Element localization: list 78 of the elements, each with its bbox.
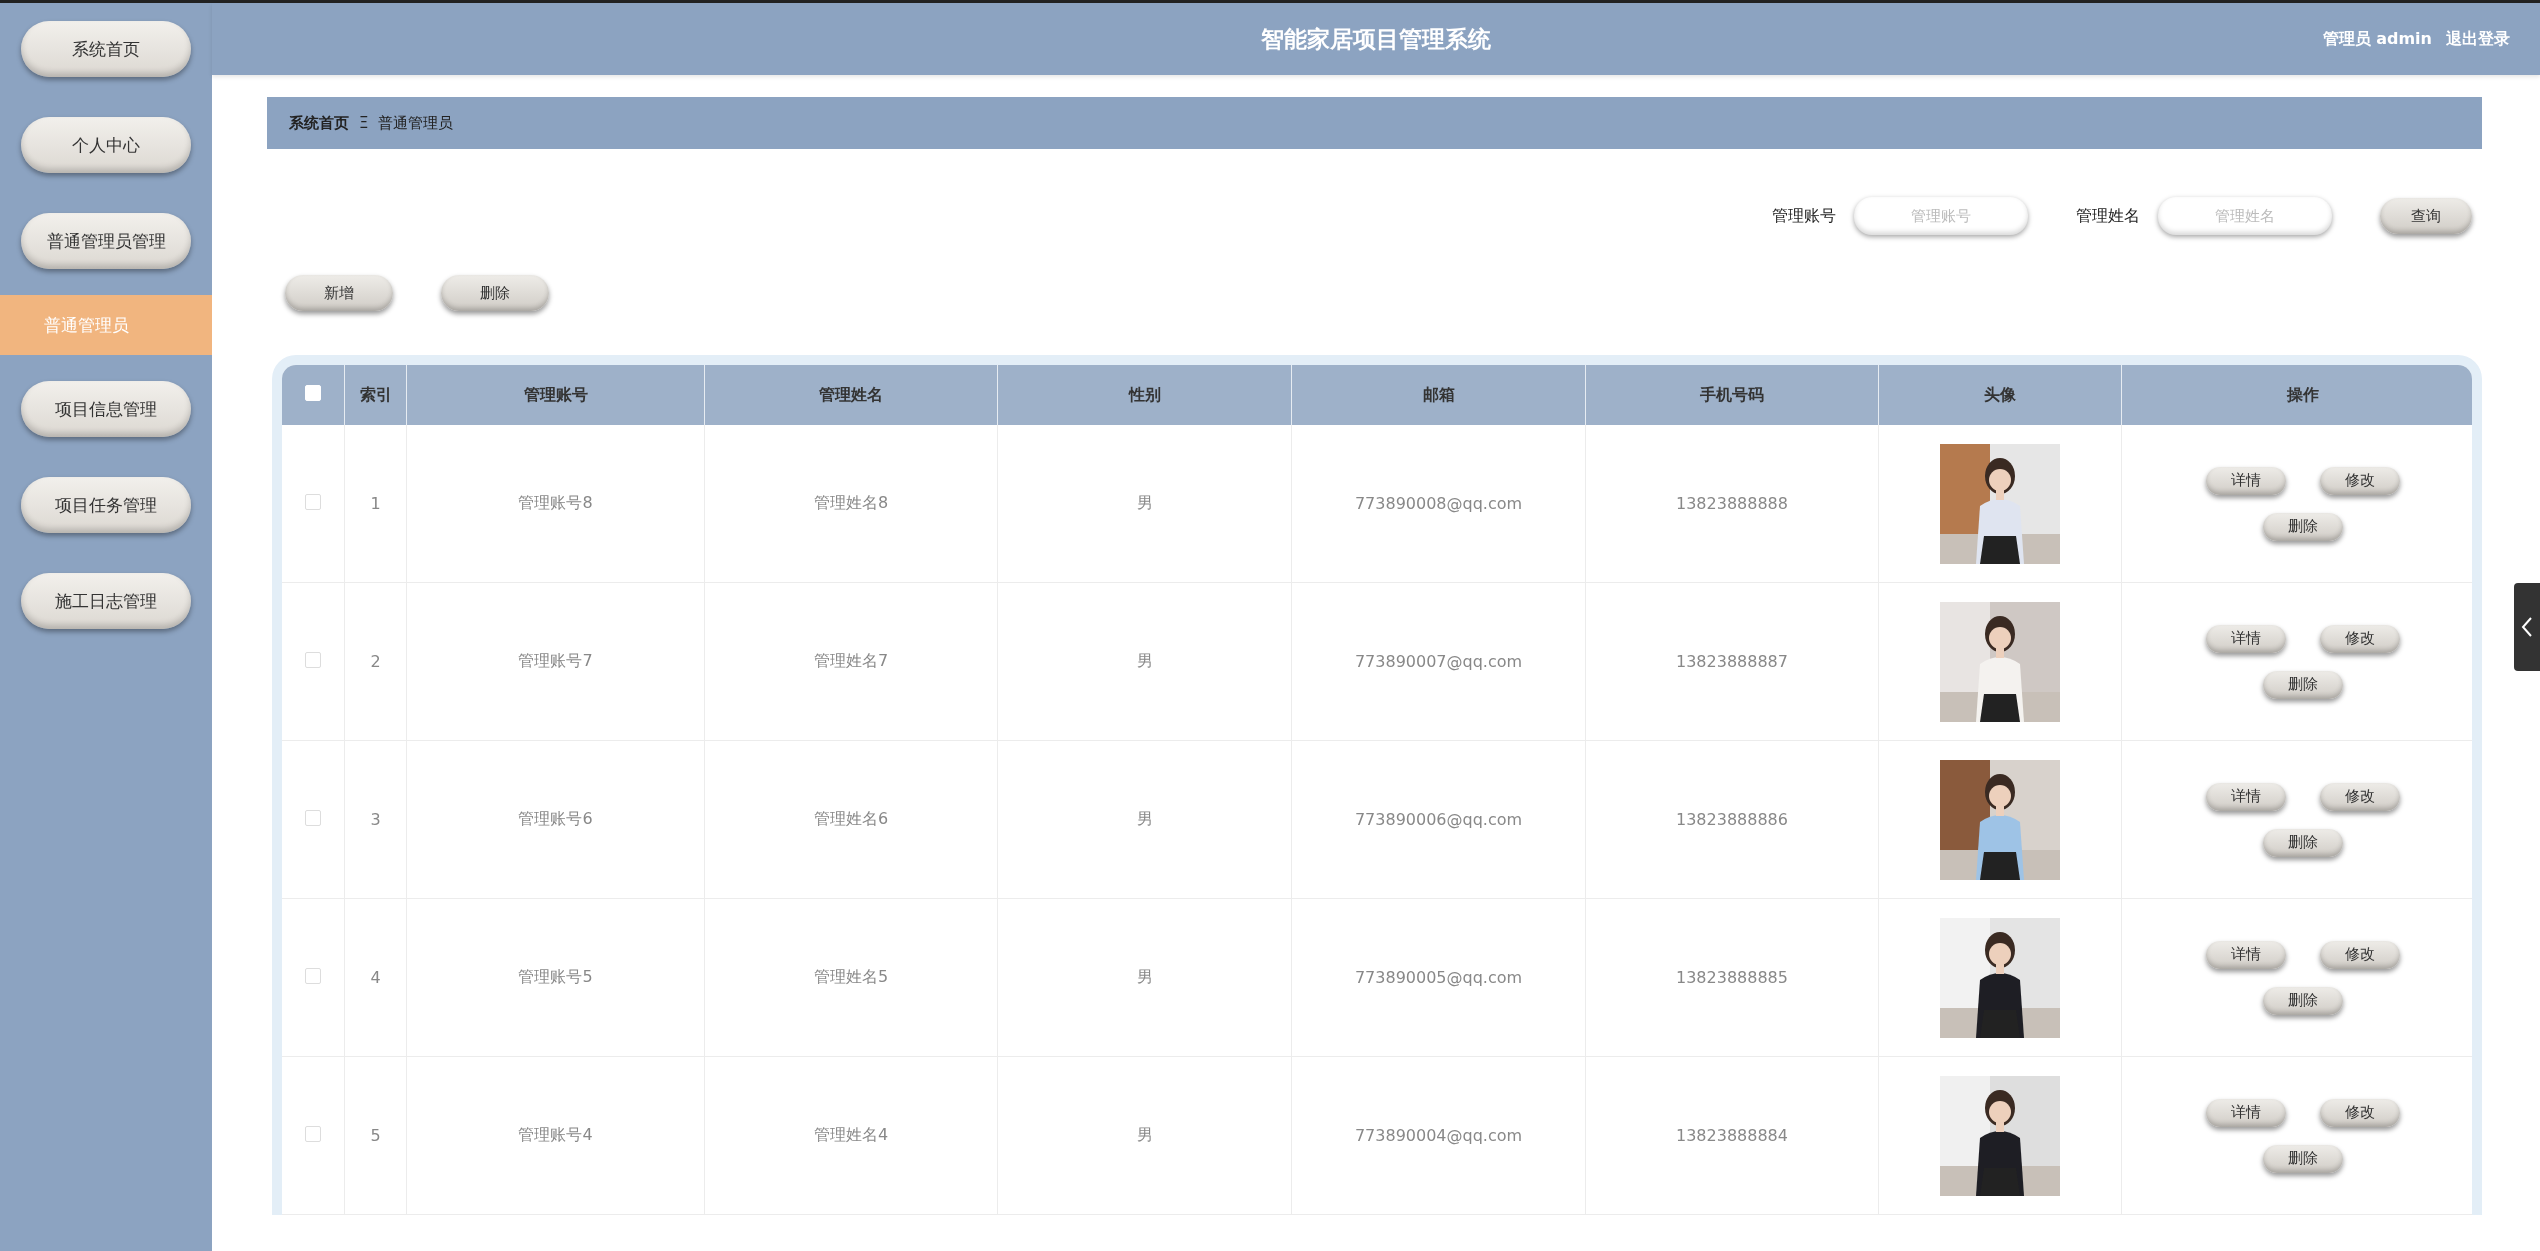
- menu-button[interactable]: 系统首页: [21, 21, 191, 77]
- table-cell: 13823888886: [1585, 740, 1879, 899]
- table-cell: 2: [344, 582, 407, 741]
- details-button[interactable]: 详情: [2206, 782, 2286, 811]
- table-cell: 1: [344, 425, 407, 583]
- breadcrumb-separator: Ξ: [359, 114, 369, 132]
- table-cell: 13823888885: [1585, 898, 1879, 1057]
- table-cell: 男: [997, 898, 1292, 1057]
- table-cell: 管理姓名4: [704, 1056, 998, 1215]
- app-title: 智能家居项目管理系统: [1261, 24, 1491, 54]
- table-cell: 管理账号7: [406, 582, 705, 741]
- delete-button[interactable]: 删除: [441, 275, 549, 311]
- table-cell: 管理账号6: [406, 740, 705, 899]
- table-cell: 3: [344, 740, 407, 899]
- details-button[interactable]: 详情: [2206, 466, 2286, 495]
- delete-button[interactable]: 删除: [2263, 512, 2343, 541]
- edit-button[interactable]: 修改: [2320, 624, 2400, 653]
- table-cell: 773890008@qq.com: [1291, 425, 1586, 583]
- delete-button[interactable]: 删除: [2263, 670, 2343, 699]
- table-cell: 13823888887: [1585, 582, 1879, 741]
- column-header: 头像: [1878, 365, 2122, 425]
- breadcrumb-current: 普通管理员: [378, 113, 454, 133]
- table-cell: 管理姓名7: [704, 582, 998, 741]
- column-header: 管理账号: [406, 365, 705, 425]
- checkbox[interactable]: [305, 967, 321, 984]
- search-field[interactable]: 管理姓名: [2158, 197, 2332, 235]
- column-header: 索引: [344, 365, 407, 425]
- search-button[interactable]: 查询: [2380, 198, 2472, 234]
- menu-button[interactable]: 项目任务管理: [21, 477, 191, 533]
- edit-button[interactable]: 修改: [2320, 466, 2400, 495]
- table-cell: 13823888884: [1585, 1056, 1879, 1215]
- search-field[interactable]: 管理账号: [1854, 197, 2028, 235]
- delete-button[interactable]: 删除: [2263, 986, 2343, 1015]
- field-label: 管理账号: [1772, 205, 1836, 227]
- checkbox[interactable]: [305, 651, 321, 668]
- drawer-toggle[interactable]: [2514, 583, 2540, 671]
- details-button[interactable]: 详情: [2206, 1098, 2286, 1127]
- table-cell: 管理账号8: [406, 425, 705, 583]
- menu-button[interactable]: 项目信息管理: [21, 381, 191, 437]
- table-cell: 773890007@qq.com: [1291, 582, 1586, 741]
- menu-button[interactable]: 施工日志管理: [21, 573, 191, 629]
- checkbox[interactable]: [305, 809, 321, 826]
- table-cell: 管理姓名5: [704, 898, 998, 1057]
- details-button[interactable]: 详情: [2206, 940, 2286, 969]
- column-header: 管理姓名: [704, 365, 998, 425]
- table-cell: 男: [997, 1056, 1292, 1215]
- delete-button[interactable]: 删除: [2263, 828, 2343, 857]
- column-header: 操作: [2121, 365, 2472, 425]
- details-button[interactable]: 详情: [2206, 624, 2286, 653]
- edit-button[interactable]: 修改: [2320, 1098, 2400, 1127]
- table-cell: 男: [997, 740, 1292, 899]
- column-header: 邮箱: [1291, 365, 1586, 425]
- table-cell: 13823888888: [1585, 425, 1879, 583]
- user-label: 管理员 admin: [2322, 28, 2432, 50]
- table-cell: 5: [344, 1056, 407, 1215]
- table-cell: 管理姓名8: [704, 425, 998, 583]
- checkbox[interactable]: [305, 493, 321, 510]
- add-button[interactable]: 新增: [285, 275, 393, 311]
- chevron-left-icon: [2521, 616, 2533, 638]
- breadcrumb-link[interactable]: 系统首页: [289, 113, 349, 133]
- table-cell: 773890006@qq.com: [1291, 740, 1586, 899]
- delete-button[interactable]: 删除: [2263, 1144, 2343, 1173]
- menu-button[interactable]: 普通管理员管理: [21, 213, 191, 269]
- table-cell: 管理账号5: [406, 898, 705, 1057]
- field-label: 管理姓名: [2076, 205, 2140, 227]
- column-header: 性别: [997, 365, 1292, 425]
- edit-button[interactable]: 修改: [2320, 782, 2400, 811]
- table-cell: 管理账号4: [406, 1056, 705, 1215]
- menu-button[interactable]: 个人中心: [21, 117, 191, 173]
- table-cell: 4: [344, 898, 407, 1057]
- table-cell: 773890005@qq.com: [1291, 898, 1586, 1057]
- table-cell: 男: [997, 425, 1292, 583]
- table-cell: 男: [997, 582, 1292, 741]
- table-cell: 773890004@qq.com: [1291, 1056, 1586, 1215]
- column-header: 手机号码: [1585, 365, 1879, 425]
- table-cell: 管理姓名6: [704, 740, 998, 899]
- edit-button[interactable]: 修改: [2320, 940, 2400, 969]
- checkbox[interactable]: [305, 1125, 321, 1142]
